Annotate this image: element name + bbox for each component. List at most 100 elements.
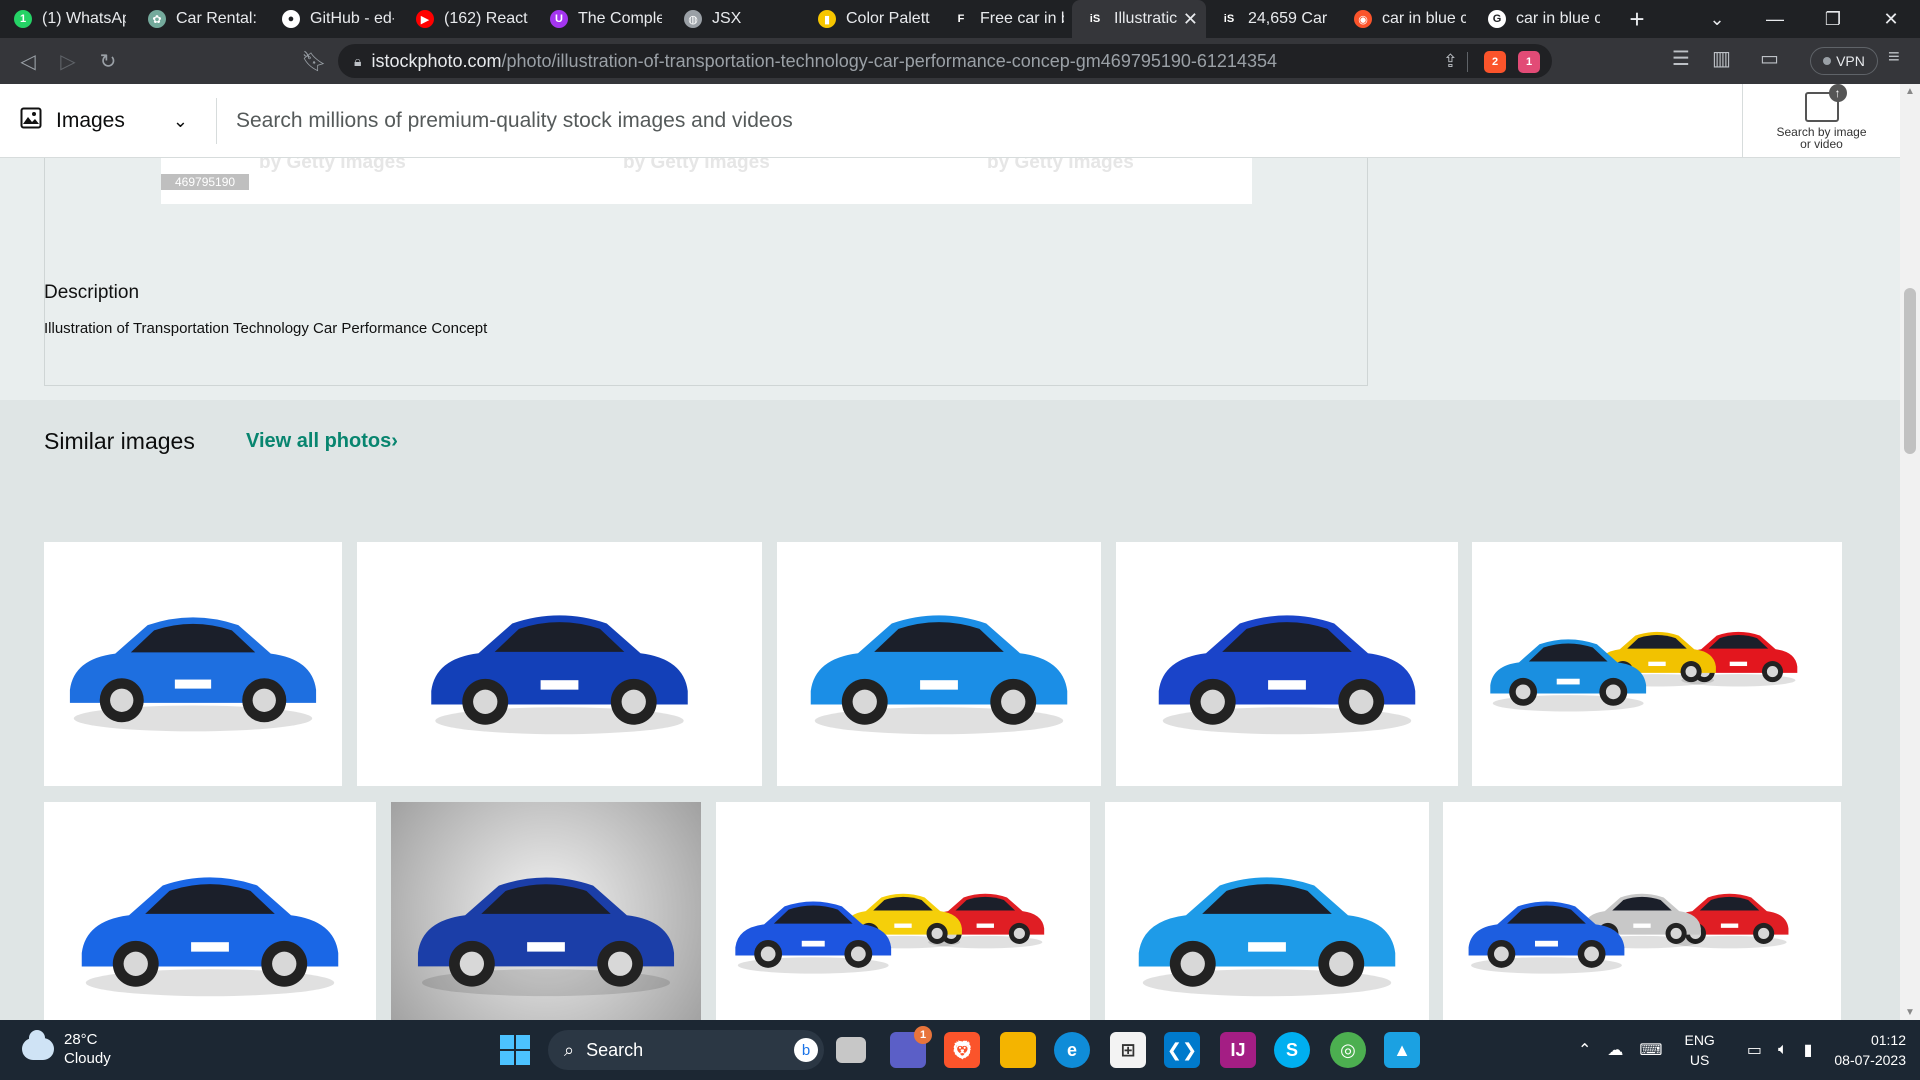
similar-image-light-blue-sports-car[interactable] bbox=[777, 542, 1101, 786]
istock-icon: iS bbox=[1086, 10, 1104, 28]
browser-tab[interactable]: 1 (1) WhatsApp bbox=[0, 0, 134, 38]
media-type-dropdown[interactable]: Images ⌄ bbox=[20, 84, 188, 158]
browser-tab[interactable]: Gcar in blue co bbox=[1474, 0, 1608, 38]
minimize-button[interactable]: — bbox=[1746, 0, 1804, 38]
brave-shields-icon[interactable]: 2 bbox=[1484, 51, 1506, 73]
tab-label: Illustratic bbox=[1114, 10, 1177, 27]
github-icon: ● bbox=[282, 10, 300, 28]
browser-tab[interactable]: ▮ Color Palette bbox=[804, 0, 938, 38]
tab-search-icon[interactable]: ⌄ bbox=[1688, 0, 1746, 38]
close-window-button[interactable]: ✕ bbox=[1862, 0, 1920, 38]
volume-icon[interactable]: 🔈︎ bbox=[1778, 1041, 1788, 1059]
google-icon: G bbox=[1488, 10, 1506, 28]
freepik-icon: F bbox=[952, 10, 970, 28]
car-illustration bbox=[735, 893, 1045, 974]
browser-tab-strip: 1 (1) WhatsApp ✿ Car Rental: Fr ● GitHub - ed… bbox=[0, 0, 1920, 38]
new-tab-button[interactable]: + bbox=[1622, 4, 1652, 35]
clock-date: 08-07-2023 bbox=[1834, 1052, 1906, 1068]
similar-image-dark-blue-coupe[interactable] bbox=[357, 542, 762, 786]
task-view-icon[interactable] bbox=[836, 1037, 866, 1063]
vpn-status-dot bbox=[1823, 57, 1832, 65]
language-indicator[interactable]: ENG US bbox=[1684, 1030, 1714, 1070]
start-button[interactable] bbox=[500, 1035, 530, 1065]
share-icon[interactable]: ⇪ bbox=[1443, 51, 1458, 72]
tab-label: GitHub - ed- bbox=[310, 10, 394, 27]
whatsapp-icon: 1 bbox=[14, 10, 32, 28]
weather-widget[interactable]: 28°C Cloudy bbox=[22, 1030, 111, 1068]
battery-icon[interactable]: ▮ bbox=[1804, 1040, 1813, 1060]
vscode-icon[interactable]: ❮❯ bbox=[1164, 1032, 1200, 1068]
similar-images-heading: Similar images bbox=[44, 428, 195, 454]
image-icon bbox=[20, 107, 42, 135]
tab-label: (1) WhatsApp bbox=[42, 10, 126, 27]
car-illustration bbox=[1158, 615, 1416, 735]
reload-icon[interactable]: ↻ bbox=[88, 41, 128, 81]
address-bar[interactable]: 🔒︎ istockphoto.com/photo/illustration-of… bbox=[338, 44, 1552, 78]
car-illustration bbox=[1138, 877, 1396, 997]
browser-tab[interactable]: ● GitHub - ed- bbox=[268, 0, 402, 38]
search-input[interactable] bbox=[236, 102, 1636, 140]
description-text: Illustration of Transportation Technolog… bbox=[44, 320, 488, 337]
clock-time: 01:12 bbox=[1870, 1032, 1906, 1048]
photos-icon[interactable]: ▲ bbox=[1384, 1032, 1420, 1068]
similar-image-blue-coupe-side[interactable] bbox=[1116, 542, 1458, 786]
similar-image-blue-convertible[interactable] bbox=[44, 802, 376, 1020]
brave-browser-icon[interactable]: 🦁︎ bbox=[944, 1032, 980, 1068]
clock[interactable]: 01:12 08-07-2023 bbox=[1834, 1030, 1906, 1070]
playlist-icon[interactable]: ☰ bbox=[1672, 46, 1690, 71]
onedrive-icon[interactable]: ☁ bbox=[1607, 1040, 1623, 1060]
similar-image-blue-car-gray-backdrop[interactable] bbox=[391, 802, 701, 1020]
teams-icon[interactable]: 1 bbox=[890, 1026, 932, 1068]
browser-tab[interactable]: iS Illustratic ✕ bbox=[1072, 0, 1206, 38]
maximize-button[interactable]: ❐ bbox=[1804, 0, 1862, 38]
file-explorer-icon[interactable] bbox=[1000, 1032, 1036, 1068]
similar-image-blue-sports-car-front[interactable] bbox=[44, 542, 342, 786]
close-tab-icon[interactable]: ✕ bbox=[1183, 9, 1198, 30]
browser-tab[interactable]: ◉ car in blue co bbox=[1340, 0, 1474, 38]
store-icon[interactable]: ⊞ bbox=[1110, 1032, 1146, 1068]
browser-tab[interactable]: U The Complet bbox=[536, 0, 670, 38]
search-by-image-button[interactable]: Search by image or video bbox=[1742, 84, 1900, 158]
chevron-up-icon[interactable]: ⌃ bbox=[1578, 1040, 1591, 1060]
vpn-button[interactable]: VPN bbox=[1810, 47, 1878, 75]
lock-icon: 🔒︎ bbox=[354, 52, 362, 69]
bookmark-icon[interactable]: 🔖︎ bbox=[294, 41, 334, 81]
browser-tab[interactable]: ✿ Car Rental: Fr bbox=[134, 0, 268, 38]
preview-frame: by Getty Images by Getty Images by Getty… bbox=[44, 158, 1368, 386]
taskbar-search[interactable]: ⌕ Search b bbox=[548, 1030, 824, 1070]
browser-tab[interactable]: ▶ (162) React R bbox=[402, 0, 536, 38]
brave-rewards-icon[interactable]: 1 bbox=[1518, 51, 1540, 73]
back-arrow-icon[interactable]: ◁ bbox=[8, 41, 48, 81]
forward-arrow-icon[interactable]: ▷ bbox=[48, 41, 88, 81]
sidebar-icon[interactable]: ▥ bbox=[1712, 46, 1731, 71]
edge-icon[interactable]: e bbox=[1054, 1032, 1090, 1068]
browser-tab[interactable]: iS 24,659 Car C bbox=[1206, 0, 1340, 38]
wallet-icon[interactable]: ▭ bbox=[1760, 46, 1779, 71]
chrome-icon[interactable]: ◎ bbox=[1330, 1032, 1366, 1068]
view-all-photos-link[interactable]: View all photos› bbox=[246, 430, 398, 453]
temperature: 28°C bbox=[64, 1031, 98, 1048]
intellij-icon[interactable]: IJ bbox=[1220, 1032, 1256, 1068]
palette-icon: ▮ bbox=[818, 10, 836, 28]
similar-image-three-sports-cars[interactable] bbox=[1472, 542, 1842, 786]
menu-icon[interactable]: ≡ bbox=[1888, 46, 1900, 69]
tab-label: JSX bbox=[712, 10, 742, 27]
similar-image-blue-yellow-red-cars[interactable] bbox=[716, 802, 1090, 1020]
search-icon: ⌕ bbox=[564, 1039, 575, 1060]
scroll-up-icon[interactable]: ▲ bbox=[1900, 86, 1920, 97]
similar-image-light-blue-concept-car[interactable] bbox=[1105, 802, 1429, 1020]
skype-icon[interactable]: S bbox=[1274, 1032, 1310, 1068]
omnibox-divider bbox=[1467, 52, 1468, 72]
keyboard-icon[interactable]: ⌨ bbox=[1639, 1040, 1662, 1060]
scroll-down-icon[interactable]: ▼ bbox=[1900, 1007, 1920, 1018]
network-icon[interactable]: ▭ bbox=[1747, 1040, 1762, 1060]
globe-icon: ◍ bbox=[684, 10, 702, 28]
car-illustration bbox=[417, 877, 675, 997]
similar-image-red-silver-blue-cars[interactable] bbox=[1443, 802, 1841, 1020]
page-scrollbar[interactable]: ▲ ▼ bbox=[1900, 84, 1920, 1020]
browser-tab[interactable]: F Free car in bl bbox=[938, 0, 1072, 38]
browser-tab[interactable]: ◍ JSX bbox=[670, 0, 804, 38]
brave-search-icon: ◉ bbox=[1354, 10, 1372, 28]
preview-image-bottom: by Getty Images by Getty Images by Getty… bbox=[161, 158, 1252, 204]
scrollbar-thumb[interactable] bbox=[1904, 288, 1916, 454]
